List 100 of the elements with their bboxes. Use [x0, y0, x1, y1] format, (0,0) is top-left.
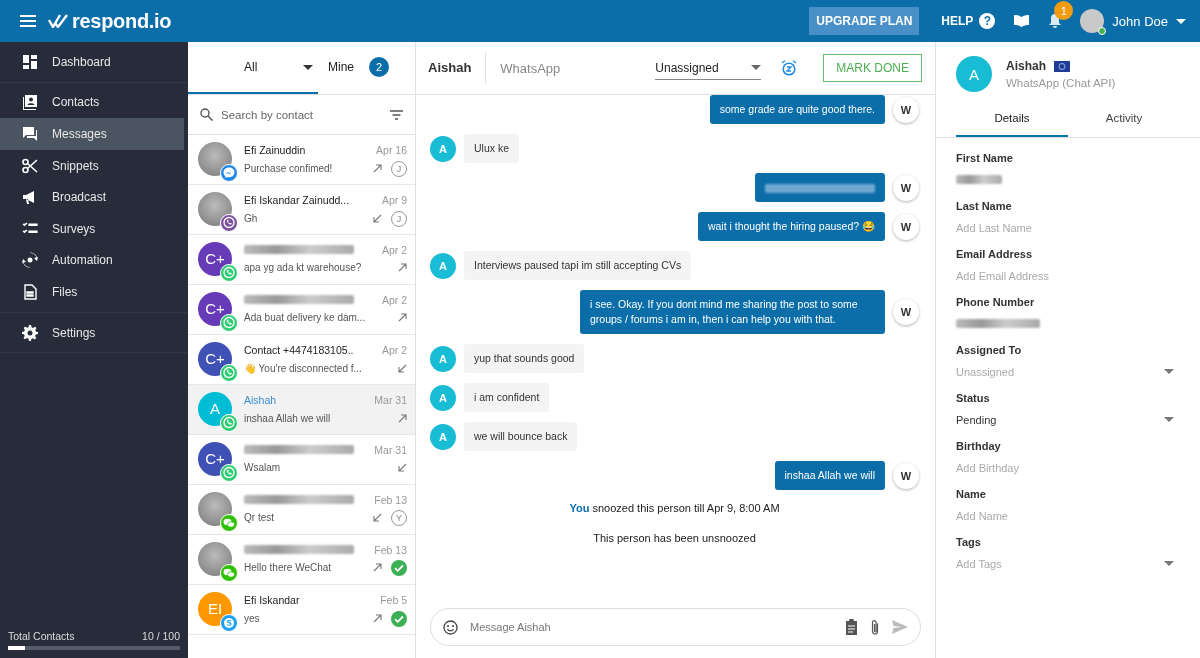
event-note: This person has been unsnoozed [592, 532, 757, 544]
contact-avatar: A [430, 384, 456, 411]
conversation-item[interactable]: EI Efi Iskandar Feb 5 yes [188, 585, 415, 635]
field-placeholder: Add Name [956, 509, 1008, 522]
phone-bubble-icon [220, 463, 238, 482]
sidebar-item[interactable]: Broadcast [0, 181, 184, 213]
message-preview: Wsalam [244, 460, 281, 475]
conversation-date: Apr 9 [381, 193, 407, 206]
chat-bubbles-icon [22, 126, 38, 142]
count-badge: 2 [369, 57, 389, 77]
field-label: Status [956, 392, 991, 404]
conversation-item[interactable]: C+ Apr 2 apa yg ada kt warehouse? [188, 235, 415, 285]
message-preview: apa yg ada kt warehouse? [244, 260, 362, 275]
chat-bubbles-icon [220, 563, 238, 582]
sender-avatar: W [893, 462, 919, 489]
panel-tab[interactable]: Activity [1068, 102, 1180, 137]
conversation-item[interactable]: Efi Iskandar Zainudd... Apr 9 Gh J [188, 185, 415, 235]
contact-name: Aishah [1006, 59, 1046, 73]
total-contacts-label: Total Contacts [8, 630, 75, 642]
contact-avatar: A [430, 345, 456, 372]
field-label: Tags [956, 536, 982, 548]
conversation-date: Apr 2 [381, 243, 407, 256]
clipboard-icon[interactable] [845, 619, 858, 635]
conversation-date: Apr 2 [381, 343, 407, 356]
avatar-photo [198, 191, 232, 226]
sender-avatar: W [893, 299, 919, 325]
contact-name: Efi Zainuddin [244, 142, 306, 157]
sender-avatar: W [893, 96, 919, 123]
notification-badge: 1 [1054, 1, 1074, 20]
filter-icon[interactable] [390, 109, 403, 120]
conversation-date: Feb 13 [374, 543, 407, 556]
contact-avatar: A [430, 252, 456, 279]
conversation-item[interactable]: Feb 13 Qr test Y [188, 485, 415, 535]
caret-icon [1176, 18, 1186, 24]
scissors-icon [22, 157, 38, 174]
sidebar-item[interactable]: Files [0, 276, 184, 308]
help-button[interactable]: HELP ? [941, 13, 996, 29]
contact-avatar: A [430, 423, 456, 450]
assignee-dropdown[interactable]: Unassigned [655, 56, 762, 80]
conversation-date: Apr 2 [381, 293, 407, 306]
refresh-gear-icon [22, 252, 38, 269]
sent-message: i see. Okay. If you dont mind me sharing the post to some groups / forums i am in, then i can help you with that. [580, 290, 885, 334]
contact-avatar: A [956, 56, 992, 92]
conversation-item[interactable]: C+ Apr 2 Ada buat delivery ke dam... [188, 285, 415, 335]
avatar-photo [198, 491, 232, 526]
online-status-dot [1098, 27, 1107, 35]
user-avatar[interactable] [1080, 9, 1105, 33]
letter-s-icon [220, 613, 238, 632]
alarm-clock-icon[interactable] [781, 60, 798, 76]
filter-tab[interactable]: All [188, 42, 318, 94]
help-icon: ? [979, 13, 996, 29]
file-icon [22, 283, 38, 300]
sidebar-item[interactable]: Settings [0, 316, 184, 349]
sidebar-item[interactable]: Snippets [0, 149, 184, 182]
contact-name: Aishah [244, 392, 277, 407]
message-preview: Hello there WeChat [244, 560, 332, 575]
sidebar-item[interactable]: Dashboard [0, 46, 184, 78]
chat-bubbles-icon [220, 513, 238, 532]
conversation-date: Mar 31 [374, 393, 407, 406]
phone-bubble-icon [220, 213, 238, 232]
sidebar-item[interactable]: Messages [0, 118, 184, 150]
field-dropdown[interactable]: Pending [956, 413, 1174, 426]
contacts-count: 10 / 100 [142, 630, 180, 642]
menu-icon[interactable] [20, 15, 36, 27]
field-label: Birthday [956, 440, 1002, 452]
contact-name: Contact +4474183105.. [244, 342, 354, 357]
conversation-item[interactable]: A Aishah Mar 31 inshaa Allah we will [188, 385, 415, 435]
book-icon[interactable] [1013, 14, 1031, 28]
initials-avatar: C+ [198, 341, 232, 376]
message-preview: Purchase confimed! [244, 161, 333, 176]
initials-avatar: EI [198, 591, 232, 626]
sidebar-item[interactable]: Automation [0, 244, 184, 277]
user-name[interactable]: John Doe [1112, 13, 1168, 29]
panel-tab[interactable]: Details [956, 102, 1068, 137]
received-message: Interviews paused tapi im still accepting CVs [464, 251, 692, 280]
initials-avatar: C+ [198, 291, 232, 326]
filter-tab[interactable]: Mine 2 [318, 42, 389, 94]
contact-name: Aishah [428, 53, 487, 83]
caret-icon [751, 65, 762, 70]
logo-icon [48, 14, 68, 28]
sidebar-item[interactable]: Contacts [0, 86, 184, 119]
initials-avatar: C+ [198, 241, 232, 276]
caret-icon [1164, 561, 1174, 566]
phone-bubble-icon [220, 363, 238, 382]
message-preview: 👋 You're disconnected f... [244, 361, 362, 376]
initials-avatar: C+ [198, 441, 232, 476]
sidebar-item[interactable]: Surveys [0, 212, 184, 245]
field-label: Phone Number [956, 296, 1036, 308]
conversation-date: Feb 5 [380, 593, 407, 606]
field-placeholder: Unassigned [956, 365, 1015, 378]
field-value: Pending [956, 413, 997, 426]
smiley-icon[interactable] [443, 619, 458, 635]
sent-message: wait i thought the hiring paused? 😂 [697, 212, 885, 241]
paperclip-icon[interactable] [870, 618, 880, 636]
conversation-item[interactable]: Feb 13 Hello there WeChat [188, 535, 415, 585]
conversation-item[interactable]: C+ Mar 31 Wsalam [188, 435, 415, 485]
flag-icon [1054, 60, 1070, 72]
caret-icon [1164, 369, 1174, 374]
conversation-item[interactable]: Efi Zainuddin Apr 16 Purchase confimed! J [188, 135, 415, 185]
initials-avatar: A [198, 391, 232, 426]
